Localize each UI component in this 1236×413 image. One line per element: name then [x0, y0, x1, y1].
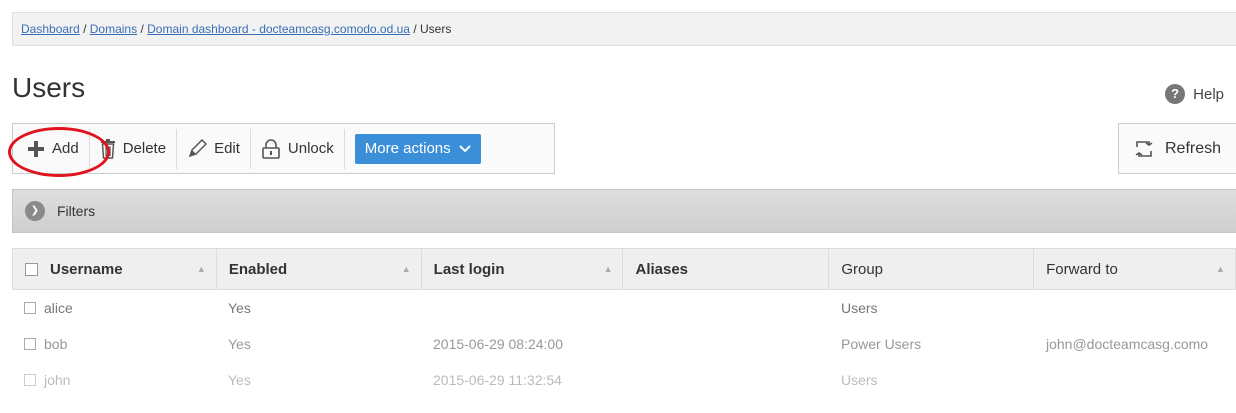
trash-icon [100, 138, 116, 159]
filters-label: Filters [57, 203, 96, 219]
column-header-group[interactable]: Group [829, 249, 1035, 289]
help-link[interactable]: ? Help [1165, 84, 1224, 104]
cell-enabled: Yes [228, 372, 251, 388]
column-header-last-login[interactable]: Last login ▲ [422, 249, 624, 289]
column-header-username[interactable]: Username ▲ [13, 249, 217, 289]
sort-icon: ▲ [196, 264, 206, 274]
table-row[interactable]: alice Yes Users [12, 290, 1236, 326]
table-row[interactable]: bob Yes 2015-06-29 08:24:00 Power Users … [12, 326, 1236, 362]
chevron-down-icon [458, 142, 471, 156]
username-value: alice [44, 300, 73, 316]
help-label: Help [1193, 85, 1224, 103]
column-header-label: Group [841, 260, 884, 278]
breadcrumb-separator: / [140, 22, 144, 36]
cell-username: bob [12, 336, 216, 352]
unlock-button[interactable]: Unlock [251, 128, 345, 169]
column-header-label: Enabled [228, 260, 288, 278]
column-header-label: Username [50, 260, 123, 278]
add-button[interactable]: Add [17, 128, 90, 169]
refresh-button[interactable]: Refresh [1118, 123, 1236, 174]
more-actions-dropdown[interactable]: More actions [354, 133, 481, 164]
breadcrumb-domains-link[interactable]: Domains [90, 22, 137, 36]
breadcrumb-dashboard-link[interactable]: Dashboard [21, 22, 80, 36]
unlock-icon [261, 138, 281, 159]
cell-last-login: 2015-06-29 11:32:54 [433, 372, 562, 388]
edit-button-label: Edit [214, 140, 240, 157]
breadcrumb-separator: / [83, 22, 87, 36]
row-checkbox[interactable] [24, 374, 36, 386]
sort-icon: ▲ [401, 264, 411, 274]
table-row[interactable]: john Yes 2015-06-29 11:32:54 Users [12, 362, 1236, 398]
edit-button[interactable]: Edit [177, 128, 251, 169]
cell-group: Power Users [841, 336, 922, 352]
column-header-label: Aliases [635, 260, 689, 278]
delete-button[interactable]: Delete [90, 128, 178, 169]
help-icon: ? [1165, 84, 1186, 104]
column-header-forward-to[interactable]: Forward to ▲ [1034, 249, 1236, 289]
cell-username: alice [12, 300, 216, 316]
more-actions-label: More actions [364, 140, 451, 157]
plus-icon [27, 140, 45, 158]
pencil-icon [187, 138, 208, 159]
table-header: Username ▲ Enabled ▲ Last login ▲ Aliase… [12, 248, 1236, 290]
row-checkbox[interactable] [24, 338, 36, 350]
delete-button-label: Delete [122, 140, 167, 157]
select-all-checkbox[interactable] [25, 262, 38, 276]
column-header-enabled[interactable]: Enabled ▲ [217, 249, 422, 289]
cell-last-login: 2015-06-29 08:24:00 [433, 336, 563, 352]
add-button-label: Add [52, 140, 79, 157]
refresh-label: Refresh [1165, 139, 1222, 157]
refresh-icon [1133, 139, 1155, 159]
cell-username: john [12, 372, 216, 388]
sort-icon: ▲ [603, 264, 613, 274]
sort-icon: ▲ [1216, 264, 1225, 274]
row-checkbox[interactable] [24, 302, 36, 314]
filters-panel-toggle[interactable]: ❯ Filters [12, 189, 1236, 233]
cell-group: Users [841, 372, 878, 388]
column-header-aliases[interactable]: Aliases [623, 249, 830, 289]
username-value: bob [44, 336, 68, 352]
cell-group: Users [841, 300, 878, 316]
breadcrumb-current: Users [420, 22, 452, 36]
breadcrumb-domain-dashboard-link[interactable]: Domain dashboard - docteamcasg.comodo.od… [147, 22, 410, 36]
username-value: john [44, 372, 71, 388]
toolbar: Add Delete Edit Unlock More actions [12, 123, 555, 174]
breadcrumb-separator: / [413, 22, 417, 36]
column-header-label: Last login [433, 260, 505, 278]
unlock-button-label: Unlock [287, 140, 334, 157]
page-title: Users [12, 72, 86, 103]
users-table: Username ▲ Enabled ▲ Last login ▲ Aliase… [12, 248, 1236, 398]
chevron-right-icon: ❯ [25, 201, 45, 221]
cell-forward-to: john@docteamcasg.como [1046, 336, 1209, 352]
cell-enabled: Yes [228, 300, 251, 316]
breadcrumb: Dashboard / Domains / Domain dashboard -… [12, 12, 1236, 46]
cell-enabled: Yes [228, 336, 251, 352]
column-header-label: Forward to [1046, 260, 1118, 278]
